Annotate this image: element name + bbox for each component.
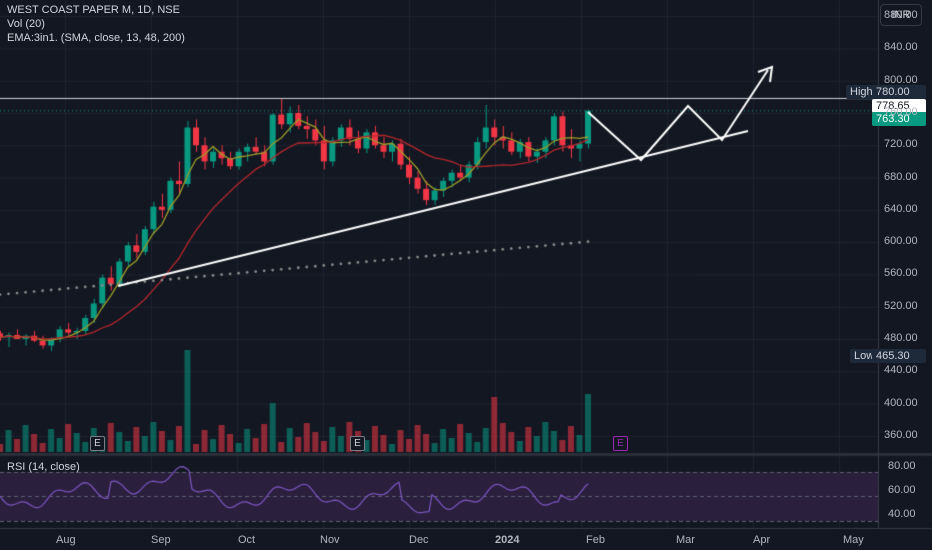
rsi-tick-label: 40.00 — [888, 508, 916, 520]
high-value: 780.00 — [872, 85, 926, 99]
time-tick-label: Aug — [56, 534, 76, 546]
time-tick-label: Nov — [320, 534, 340, 546]
rsi-tick-label: 60.00 — [888, 484, 916, 496]
time-tick-label: Sep — [151, 534, 171, 546]
rsi-tick-label: 80.00 — [888, 460, 916, 472]
price-tick-label: 680.00 — [884, 170, 918, 183]
price-tick-label: 360.00 — [884, 428, 918, 441]
price-tick-label: 800.00 — [884, 73, 918, 86]
price-chart-canvas[interactable] — [0, 0, 932, 550]
price-tick-label: 560.00 — [884, 267, 918, 280]
earnings-marker-icon[interactable]: E — [350, 436, 365, 451]
time-tick-label: 2024 — [495, 534, 520, 546]
price-tick-label: 840.00 — [884, 41, 918, 54]
symbol-title[interactable]: WEST COAST PAPER M, 1D, NSE — [7, 4, 180, 16]
price-tick-label: 400.00 — [884, 396, 918, 409]
earnings-marker-icon[interactable]: E — [90, 436, 105, 451]
time-tick-label: Dec — [409, 534, 429, 546]
rsi-legend[interactable]: RSI (14, close) — [7, 461, 80, 473]
ema-legend[interactable]: EMA:3in1. (SMA, close, 13, 48, 200) — [7, 32, 185, 44]
price-tick-label: 760.00 — [884, 106, 918, 118]
price-tick-label: 480.00 — [884, 332, 918, 344]
earnings-marker-icon[interactable]: E — [613, 436, 628, 451]
time-tick-label: Feb — [586, 534, 605, 546]
volume-legend[interactable]: Vol (20) — [7, 18, 45, 30]
low-value: 465.30 — [872, 349, 926, 363]
time-tick-label: May — [843, 534, 864, 546]
price-tick-label: 440.00 — [884, 364, 918, 377]
price-tick-label: 720.00 — [884, 138, 918, 151]
price-tick-label: 880.00 — [884, 9, 918, 22]
price-tick-label: 520.00 — [884, 299, 918, 312]
price-tick-label: 600.00 — [884, 235, 918, 248]
time-tick-label: Oct — [238, 534, 256, 546]
price-tick-label: 640.00 — [884, 202, 918, 215]
time-tick-label: Apr — [753, 534, 771, 546]
time-tick-label: Mar — [676, 534, 695, 546]
